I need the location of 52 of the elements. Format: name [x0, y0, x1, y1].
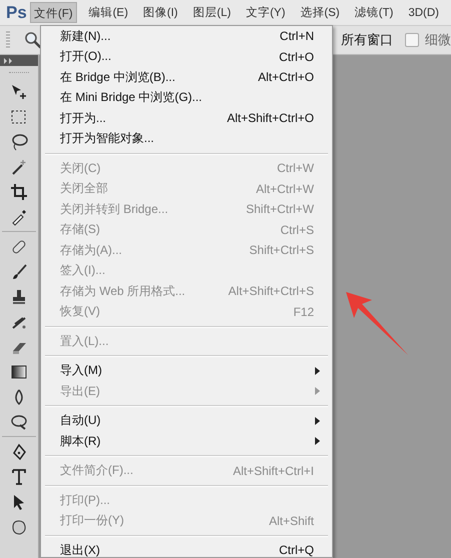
- shortcut-text: Alt+Ctrl+O: [258, 70, 314, 84]
- shortcut-text: Shift+Ctrl+W: [246, 202, 314, 216]
- shortcut-text: Ctrl+S: [280, 222, 314, 237]
- menu-option[interactable]: 退出(X) Ctrl+Q: [41, 540, 332, 558]
- shortcut-text: Alt+Shift+Ctrl+O: [226, 111, 314, 126]
- shortcut-text: Alt+Shift+Ctrl+S: [228, 284, 314, 298]
- app-logo: Ps: [6, 2, 28, 22]
- menu-item[interactable]: 文件(F): [30, 2, 77, 23]
- option-label: 所有窗口: [341, 31, 393, 49]
- crop-icon[interactable]: [10, 182, 28, 200]
- menu-item[interactable]: 文字(Y): [242, 2, 288, 23]
- lasso-icon[interactable]: [10, 132, 28, 150]
- menu-item[interactable]: 滤镜(T): [352, 2, 396, 23]
- shortcut-text: Ctrl+Q: [278, 543, 314, 558]
- shortcut-text: Ctrl+O: [278, 50, 314, 64]
- type-icon[interactable]: [10, 468, 28, 486]
- marquee-icon[interactable]: [10, 108, 28, 126]
- shortcut-text: Ctrl+W: [277, 161, 314, 176]
- shape-icon[interactable]: [10, 518, 28, 536]
- shortcut-text: F12: [293, 304, 314, 319]
- menu-option[interactable]: 脚本(R): [41, 431, 332, 452]
- menu-option[interactable]: 打开(O)... Ctrl+O: [41, 46, 332, 67]
- grip-icon: [6, 31, 10, 49]
- menu-item[interactable]: 选择(S): [297, 2, 343, 23]
- stamp-icon[interactable]: [10, 288, 28, 306]
- menu-item[interactable]: 图像(I): [140, 2, 181, 23]
- eyedropper-icon[interactable]: [10, 208, 28, 226]
- menu-item[interactable]: 编辑(E): [86, 2, 132, 23]
- checkbox[interactable]: [405, 33, 419, 47]
- shortcut-text: Alt+Shift: [268, 514, 314, 528]
- shortcut-text: Shift+Ctrl+S: [249, 243, 314, 258]
- gradient-icon[interactable]: [10, 362, 28, 380]
- menu-item[interactable]: 3D(D): [405, 2, 442, 23]
- move-icon[interactable]: [10, 82, 28, 100]
- search-icon[interactable]: [24, 31, 42, 49]
- menu-option[interactable]: 打开为... Alt+Shift+Ctrl+O: [41, 108, 332, 128]
- menu-option[interactable]: 在 Mini Bridge 中浏览(G)...: [41, 88, 332, 108]
- menu-item[interactable]: 图层(L): [190, 2, 234, 23]
- pen-icon[interactable]: [10, 442, 28, 460]
- menu-option[interactable]: 打开为智能对象...: [41, 128, 332, 149]
- brush-icon[interactable]: [10, 262, 28, 280]
- wand-icon[interactable]: [10, 158, 28, 176]
- menu-option[interactable]: 新建(N)... Ctrl+N: [41, 26, 332, 46]
- menu-option[interactable]: 在 Bridge 中浏览(B)... Alt+Ctrl+O: [41, 67, 332, 88]
- dodge-icon[interactable]: [10, 412, 28, 430]
- checkbox-label: 细微: [425, 31, 451, 49]
- menu-option[interactable]: 导入(M): [41, 360, 332, 381]
- menu-option[interactable]: 自动(U): [41, 410, 332, 431]
- shortcut-text: Ctrl+N: [280, 29, 314, 44]
- collapse-icon[interactable]: [4, 58, 14, 64]
- shortcut-text: Alt+Shift+Ctrl+I: [232, 464, 314, 478]
- shortcut-text: Alt+Ctrl+W: [256, 182, 314, 196]
